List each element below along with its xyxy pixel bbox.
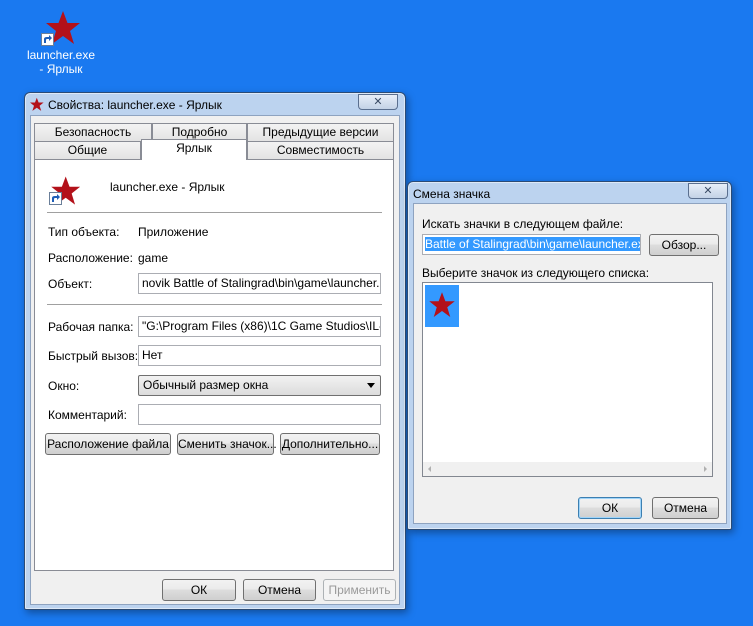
change-icon-button[interactable]: Сменить значок... [177, 433, 277, 455]
workdir-field[interactable]: "G:\Program Files (x86)\1C Game Studios\… [138, 316, 381, 337]
comment-field[interactable] [138, 404, 381, 425]
icon-file-field[interactable]: Battle of Stalingrad\bin\game\launcher.e… [422, 234, 641, 255]
icon-file-value: Battle of Stalingrad\bin\game\launcher.e… [425, 237, 640, 251]
ok-button[interactable]: ОК [578, 497, 642, 519]
desktop-icon-label-2: - Ярлык [39, 62, 83, 76]
divider [47, 212, 382, 214]
object-type-value: Приложение [138, 225, 209, 239]
file-location-button[interactable]: Расположение файла [45, 433, 171, 455]
object-type-label: Тип объекта: [48, 225, 120, 239]
workdir-label: Рабочая папка: [48, 320, 134, 334]
shortcut-arrow-icon [41, 33, 54, 46]
ok-button[interactable]: ОК [162, 579, 236, 601]
tab-general[interactable]: Общие [34, 141, 141, 159]
location-value: game [138, 251, 169, 265]
scroll-right-icon[interactable] [704, 466, 707, 472]
shortcut-name: launcher.exe - Ярлык [110, 180, 225, 194]
window-select[interactable]: Обычный размер окна [138, 375, 381, 396]
red-star-icon [30, 97, 44, 111]
shortcut-icon [47, 175, 81, 207]
apply-button[interactable]: Применить [323, 579, 396, 601]
browse-button[interactable]: Обзор... [649, 234, 719, 256]
hotkey-label: Быстрый вызов: [48, 349, 139, 363]
cancel-button[interactable]: Отмена [652, 497, 719, 519]
window-select-value: Обычный размер окна [143, 378, 269, 392]
divider [47, 304, 382, 306]
properties-titlebar[interactable]: Свойства: launcher.exe - Ярлык ✕ [25, 93, 405, 115]
red-star-icon [429, 292, 455, 317]
tab-previous-versions[interactable]: Предыдущие версии [247, 123, 394, 141]
horizontal-scrollbar[interactable] [423, 462, 712, 476]
shortcut-tab-panel: launcher.exe - Ярлык Тип объекта: Прилож… [34, 159, 394, 571]
properties-window: Свойства: launcher.exe - Ярлык ✕ Безопас… [24, 92, 406, 610]
location-label: Расположение: [48, 251, 133, 265]
scroll-left-icon[interactable] [428, 466, 431, 472]
properties-title: Свойства: launcher.exe - Ярлык [48, 98, 222, 112]
change-icon-titlebar[interactable]: Смена значка ✕ [408, 182, 731, 204]
change-icon-window: Смена значка ✕ Искать значки в следующем… [407, 181, 732, 530]
target-label: Объект: [48, 277, 93, 291]
tab-security[interactable]: Безопасность [34, 123, 152, 141]
shortcut-arrow-icon [49, 192, 62, 205]
red-star-icon [41, 10, 81, 46]
properties-client: Безопасность Подробно Предыдущие версии … [30, 115, 400, 605]
close-button[interactable]: ✕ [358, 94, 398, 110]
chevron-down-icon [367, 383, 375, 388]
change-icon-client: Искать значки в следующем файле: Battle … [413, 203, 727, 524]
tab-shortcut[interactable]: Ярлык [141, 139, 247, 160]
target-field[interactable]: novik Battle of Stalingrad\bin\game\laun… [138, 273, 381, 294]
advanced-button[interactable]: Дополнительно... [280, 433, 380, 455]
desktop-icon-label-1: launcher.exe [26, 48, 96, 62]
tab-compatibility[interactable]: Совместимость [247, 141, 394, 159]
change-icon-title: Смена значка [413, 187, 491, 201]
icon-list[interactable] [422, 282, 713, 477]
desktop-shortcut[interactable]: launcher.exe - Ярлык [18, 10, 104, 76]
hotkey-field[interactable]: Нет [138, 345, 381, 366]
icon-list-item[interactable] [425, 285, 459, 327]
comment-label: Комментарий: [48, 408, 127, 422]
cancel-button[interactable]: Отмена [243, 579, 316, 601]
close-button[interactable]: ✕ [688, 183, 728, 199]
icon-list-label: Выберите значок из следующего списка: [422, 266, 650, 280]
window-label: Окно: [48, 379, 80, 393]
search-file-label: Искать значки в следующем файле: [422, 217, 624, 231]
